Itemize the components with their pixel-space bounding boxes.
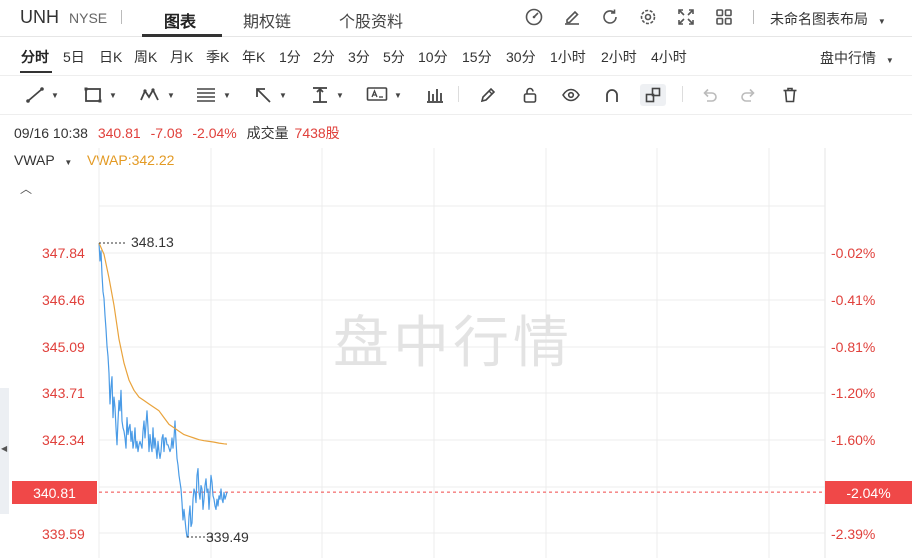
undo-icon[interactable] — [700, 84, 718, 106]
period-item[interactable]: 日K — [99, 47, 122, 67]
chevron-left-icon: ◀ — [1, 444, 8, 453]
period-item[interactable]: 年K — [242, 47, 265, 67]
symbol[interactable]: UNH — [20, 7, 59, 28]
quote-datetime: 09/16 10:38 — [14, 125, 88, 141]
chevron-down-icon: ▼ — [51, 90, 59, 100]
refresh-icon[interactable] — [599, 6, 621, 28]
lock-icon[interactable] — [521, 84, 539, 106]
indicator-name: VWAP — [14, 152, 55, 168]
indicator-selector[interactable]: VWAP ▼ — [14, 152, 72, 168]
y-tick-right: -0.41% — [831, 292, 876, 308]
layout-selector[interactable]: 未命名图表布局 ▼ — [770, 9, 886, 29]
link-icon[interactable] — [640, 84, 666, 106]
y-tick-left: 347.84 — [42, 245, 85, 261]
eye-icon[interactable] — [561, 84, 581, 106]
chart-lines — [98, 242, 825, 538]
period-item[interactable]: 季K — [206, 47, 229, 67]
settings-icon[interactable] — [637, 6, 659, 28]
fullscreen-icon[interactable] — [675, 6, 697, 28]
pattern-tool-icon[interactable]: ▼ — [139, 84, 175, 106]
y-tick-left: 342.34 — [42, 432, 85, 448]
period-selector: 分时 5日 日K 周K 月K 季K 年K 1分 2分 3分 5分 10分 15分… — [0, 37, 912, 76]
y-tick-right: -0.02% — [831, 245, 876, 261]
y-tick-right: -2.39% — [831, 526, 876, 542]
fib-tool-icon[interactable]: ▼ — [195, 84, 231, 106]
y-tick-left: 346.46 — [42, 292, 85, 308]
y-tick-left: 339.59 — [42, 526, 85, 542]
text-tool-icon[interactable]: ▼ — [366, 84, 402, 106]
y-tick-left: 345.09 — [42, 339, 85, 355]
measure-tool-icon[interactable]: ▼ — [310, 84, 344, 106]
chevron-down-icon: ▼ — [877, 17, 886, 26]
arrow-tool-icon[interactable]: ▼ — [253, 84, 287, 106]
tab-options-chain[interactable]: 期权链 — [243, 8, 291, 32]
volume-value: 7438股 — [294, 125, 340, 141]
current-price-label: 340.81 — [12, 481, 97, 504]
pen-icon[interactable] — [479, 84, 497, 106]
volume-label: 成交量 — [246, 125, 289, 141]
chevron-down-icon: ▼ — [279, 90, 287, 100]
chevron-down-icon: ▼ — [109, 90, 117, 100]
collapse-icon[interactable]: ︿ — [20, 180, 32, 197]
active-period-indicator — [20, 71, 52, 73]
quote-change-pct: -2.04% — [192, 125, 237, 141]
chevron-down-icon: ▼ — [394, 90, 402, 100]
drawing-toolbar: ▼ ▼ ▼ ▼ ▼ ▼ ▼ — [0, 76, 912, 115]
watermark: 盘中行情 — [333, 311, 573, 374]
chevron-down-icon: ▼ — [223, 90, 231, 100]
period-item[interactable]: 分时 — [21, 47, 49, 67]
tab-profile[interactable]: 个股资料 — [339, 8, 403, 32]
layout-label: 未命名图表布局 — [770, 11, 868, 27]
chevron-down-icon: ▼ — [885, 56, 894, 65]
trash-icon[interactable] — [781, 84, 799, 106]
chevron-down-icon: ▼ — [167, 90, 175, 100]
y-tick-right: -1.60% — [831, 432, 876, 448]
divider — [121, 10, 122, 24]
quote-price: 340.81 — [97, 125, 141, 141]
period-item[interactable]: 2小时 — [601, 47, 637, 67]
period-item[interactable]: 1分 — [279, 47, 301, 67]
grid-icon[interactable] — [713, 6, 735, 28]
top-bar: UNH NYSE 图表 期权链 个股资料 未命名图表布局 ▼ — [0, 0, 912, 37]
redo-icon[interactable] — [740, 84, 758, 106]
period-item[interactable]: 15分 — [462, 47, 492, 67]
gauge-icon[interactable] — [523, 6, 545, 28]
low-annotation: 339.49 — [206, 529, 249, 545]
exchange: NYSE — [69, 10, 108, 26]
tab-chart[interactable]: 图表 — [164, 8, 196, 32]
quote-info: 09/16 10:38 340.81 -7.08 -2.04% 成交量 7438… — [14, 123, 346, 143]
period-item[interactable]: 10分 — [418, 47, 448, 67]
period-item[interactable]: 5日 — [63, 47, 85, 67]
indicator-value: VWAP:342.22 — [87, 152, 175, 168]
rectangle-tool-icon[interactable]: ▼ — [83, 84, 117, 106]
current-pct-label: -2.04% — [825, 481, 912, 504]
edit-icon[interactable] — [561, 6, 583, 28]
side-panel-toggle[interactable]: ◀ — [0, 388, 9, 514]
market-mode-selector[interactable]: 盘中行情 ▼ — [820, 48, 894, 68]
magnet-icon[interactable] — [603, 84, 621, 106]
line-tool-icon[interactable]: ▼ — [25, 84, 59, 106]
vwap-series-line — [98, 242, 228, 445]
chevron-down-icon: ▼ — [336, 90, 344, 100]
period-item[interactable]: 5分 — [383, 47, 405, 67]
bars-icon[interactable] — [426, 84, 444, 106]
chevron-down-icon: ▼ — [64, 158, 73, 167]
period-item[interactable]: 4小时 — [651, 47, 687, 67]
period-item[interactable]: 周K — [134, 47, 157, 67]
high-annotation: 348.13 — [131, 234, 174, 250]
quote-change: -7.08 — [150, 125, 183, 141]
y-tick-right: -0.81% — [831, 339, 876, 355]
divider — [682, 86, 683, 102]
period-item[interactable]: 2分 — [313, 47, 335, 67]
y-tick-left: 343.71 — [42, 385, 85, 401]
mode-label: 盘中行情 — [820, 50, 876, 66]
period-item[interactable]: 3分 — [348, 47, 370, 67]
period-item[interactable]: 1小时 — [550, 47, 586, 67]
divider — [753, 10, 754, 24]
period-item[interactable]: 30分 — [506, 47, 536, 67]
y-tick-right: -1.20% — [831, 385, 876, 401]
price-series-line — [98, 242, 228, 538]
period-item[interactable]: 月K — [170, 47, 193, 67]
divider — [458, 86, 459, 102]
